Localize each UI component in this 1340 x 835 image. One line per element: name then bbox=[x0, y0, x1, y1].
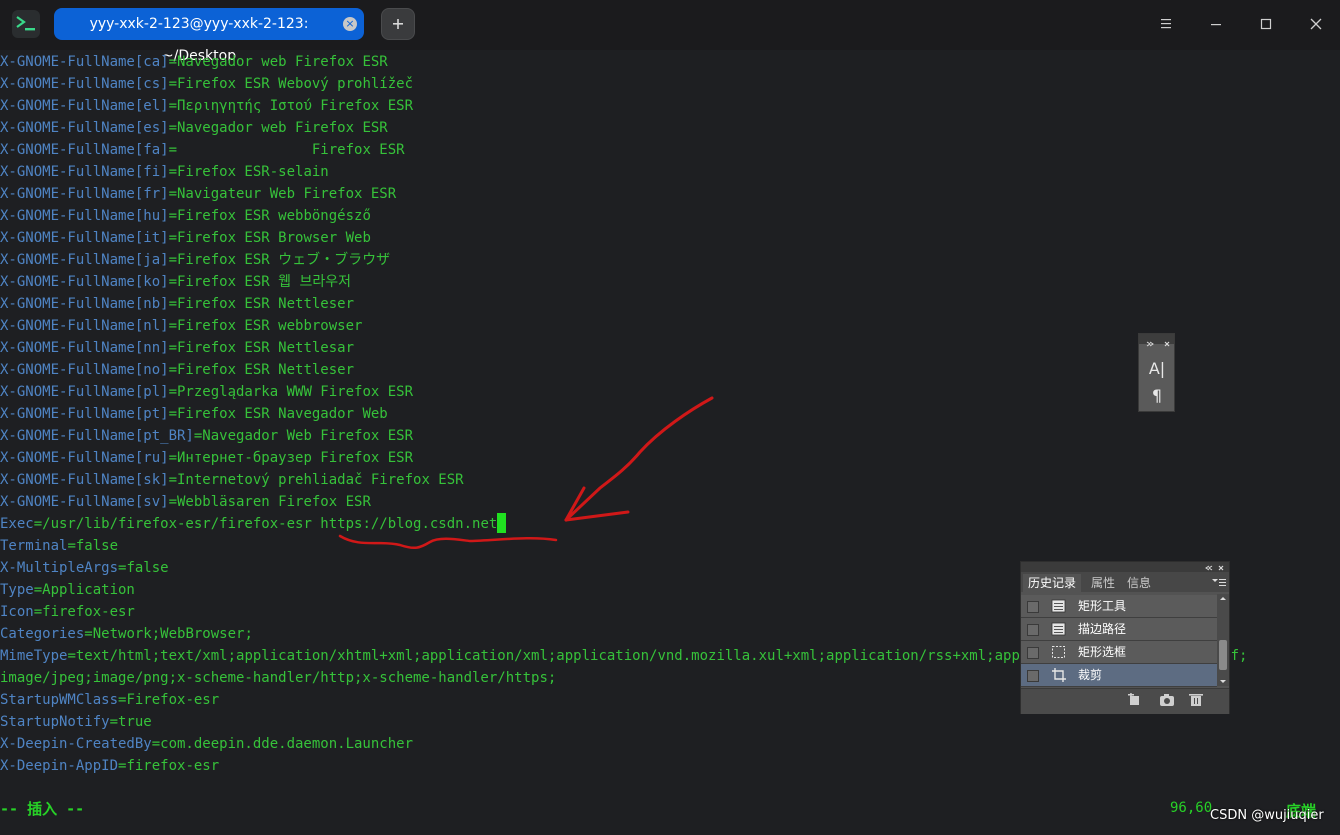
document-icon bbox=[1051, 622, 1067, 636]
paragraph-icon[interactable]: ¶ bbox=[1147, 386, 1167, 406]
character-icon[interactable]: A| bbox=[1147, 359, 1167, 379]
history-scrollbar[interactable] bbox=[1217, 594, 1229, 686]
csdn-watermark: CSDN @wujiuqier bbox=[1210, 808, 1324, 823]
history-item-label: 裁剪 bbox=[1078, 668, 1103, 682]
tab-properties[interactable]: 属性 bbox=[1086, 574, 1120, 592]
character-tool-panel: A| ¶ bbox=[1138, 333, 1175, 412]
history-item[interactable]: 矩形工具 bbox=[1021, 595, 1217, 618]
history-footer bbox=[1021, 688, 1229, 714]
panel-header[interactable] bbox=[1021, 562, 1229, 572]
history-item[interactable]: 矩形选框 bbox=[1021, 641, 1217, 664]
marquee-icon bbox=[1051, 645, 1067, 659]
history-checkbox[interactable] bbox=[1027, 647, 1039, 659]
panel-menu-icon[interactable] bbox=[1211, 576, 1227, 591]
history-item-label: 描边路径 bbox=[1078, 622, 1127, 636]
history-checkbox[interactable] bbox=[1027, 601, 1039, 613]
history-item[interactable]: 描边路径 bbox=[1021, 618, 1217, 641]
trash-icon[interactable] bbox=[1188, 693, 1204, 707]
history-item-selected[interactable]: 裁剪 bbox=[1021, 664, 1217, 687]
history-checkbox[interactable] bbox=[1027, 670, 1039, 682]
tab-info[interactable]: 信息 bbox=[1122, 574, 1156, 592]
history-item-label: 矩形选框 bbox=[1078, 645, 1127, 659]
history-panel: 历史记录 属性 信息 矩形工具 描边路径 矩形选框 裁剪 bbox=[1020, 561, 1230, 714]
panel-tabs: 历史记录 属性 信息 bbox=[1021, 572, 1229, 592]
tab-history[interactable]: 历史记录 bbox=[1023, 574, 1082, 592]
panel-header[interactable] bbox=[1139, 334, 1174, 347]
history-checkbox[interactable] bbox=[1027, 624, 1039, 636]
new-document-icon[interactable] bbox=[1127, 693, 1143, 707]
crop-icon bbox=[1051, 668, 1067, 682]
document-icon bbox=[1051, 599, 1067, 613]
camera-icon[interactable] bbox=[1159, 693, 1175, 707]
scrollbar-thumb[interactable] bbox=[1219, 640, 1227, 670]
history-item-label: 矩形工具 bbox=[1078, 599, 1127, 613]
